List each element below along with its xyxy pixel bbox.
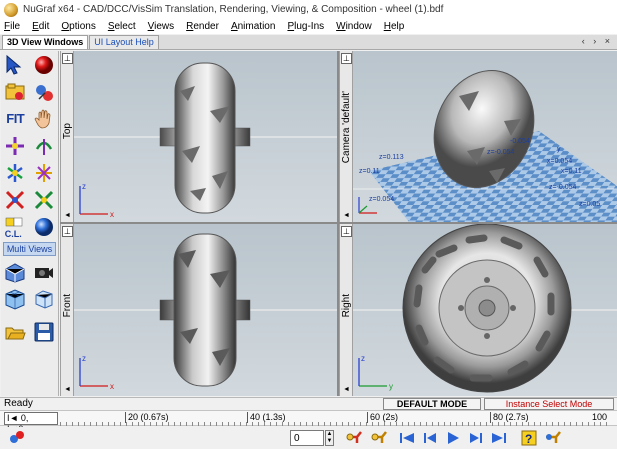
set-key-icon[interactable]	[345, 429, 363, 447]
blue-sphere-icon[interactable]	[32, 215, 56, 239]
top-viewport[interactable]: ⊥ Top ◄ x z	[60, 51, 337, 222]
tab-ui-layout-help[interactable]: UI Layout Help	[89, 35, 159, 49]
rotate-axes-icon[interactable]	[32, 134, 56, 158]
camera-views-icon[interactable]	[32, 260, 56, 284]
delete-key-icon[interactable]	[370, 429, 388, 447]
camera-viewport[interactable]: ⊥ Camera 'default' ◄ -0.054 z=-0.054 x=0…	[339, 51, 617, 222]
scale-axes-icon[interactable]	[32, 188, 56, 212]
menu-bar: File Edit Options Select Views Render An…	[0, 19, 617, 34]
camera-view-scene: -0.054 z=-0.054 x=0.054 z=0.113 z=0.11 x…	[353, 70, 617, 222]
status-ready: Ready	[4, 398, 33, 409]
menu-animation[interactable]: Animation	[231, 21, 275, 32]
grid-label: -0.054	[510, 138, 530, 145]
grid-label: x=0.054	[547, 158, 572, 165]
grid-label: z=0.054	[369, 196, 394, 203]
title-bar: NuGraf x64 - CAD/DCC/VisSim Translation,…	[0, 0, 617, 19]
top-axis-x: x	[110, 210, 114, 219]
timeline-tick-label: 60 (2s)	[367, 412, 398, 423]
timeline-tick-label: 40 (1.3s)	[247, 412, 286, 423]
move-object-icon[interactable]	[3, 161, 27, 185]
front-viewport[interactable]: ⊥ Front ◄ x z	[60, 224, 337, 396]
tab-3d-view-windows[interactable]: 3D View Windows	[2, 35, 89, 49]
menu-help[interactable]: Help	[384, 21, 405, 32]
grid-label: z=0.11	[359, 168, 380, 175]
grid-label: y	[557, 146, 561, 153]
rotate-object-icon[interactable]	[32, 161, 56, 185]
pan-hand-icon[interactable]	[32, 107, 56, 131]
fast-forward-icon[interactable]	[490, 429, 508, 447]
key-frames-icon[interactable]	[8, 429, 26, 447]
front-axis-x: x	[110, 382, 114, 391]
window-title: NuGraf x64 - CAD/DCC/VisSim Translation,…	[23, 4, 444, 15]
translate-axes-icon[interactable]	[3, 134, 27, 158]
four-views-icon[interactable]	[3, 260, 27, 284]
key-settings-icon[interactable]	[544, 429, 562, 447]
tab-scroll-close-controls[interactable]: ‹ › ×	[582, 36, 613, 46]
play-icon[interactable]	[444, 429, 462, 447]
timeline-tick-label: 20 (0.67s)	[125, 412, 169, 423]
grid-label: x=0.11	[561, 168, 582, 175]
right-axis-z: z	[361, 354, 365, 363]
load-shaders-icon[interactable]	[32, 80, 56, 104]
cl-label: C.L.	[4, 228, 22, 239]
app-logo-icon	[4, 2, 18, 17]
timeline-ruler[interactable]: I◄ 0, I◄0sec 20 (0.67s) 40 (1.3s) 60 (2s…	[0, 410, 617, 434]
scale-object-icon[interactable]	[3, 188, 27, 212]
top-view-wheel: x z	[74, 62, 337, 219]
select-arrow-icon[interactable]	[3, 53, 27, 77]
tab-bar: 3D View Windows UI Layout Help ‹ › ×	[0, 35, 617, 50]
right-view-wheel: y z	[353, 224, 617, 393]
viewport-grid: ⊥ Top ◄ x z ⊥ Camera 'default' ◄ -0.054 …	[60, 51, 617, 396]
status-select-mode: Instance Select Mode	[484, 398, 614, 410]
left-toolbar: FIT C.L. Multi Views	[1, 51, 59, 396]
save-disk-icon[interactable]	[32, 320, 56, 344]
right-viewport[interactable]: ⊥ Right ◄ y z	[339, 224, 617, 396]
grid-label: z=-0.054	[549, 184, 577, 191]
cube-grid-icon[interactable]	[3, 287, 27, 311]
step-forward-icon[interactable]	[467, 429, 485, 447]
menu-plug-ins[interactable]: Plug-Ins	[287, 21, 324, 32]
wire-cube-icon[interactable]	[32, 287, 56, 311]
menu-window[interactable]: Window	[336, 21, 372, 32]
grid-label: z=0.113	[379, 154, 404, 161]
open-file-icon[interactable]	[3, 320, 27, 344]
menu-options[interactable]: Options	[61, 21, 95, 32]
status-mode: DEFAULT MODE	[383, 398, 481, 410]
menu-edit[interactable]: Edit	[32, 21, 49, 32]
frame-number-input[interactable]	[290, 430, 324, 446]
animation-controls: ▲▼ ?	[0, 427, 617, 449]
svg-text:?: ?	[525, 432, 532, 446]
rewind-icon[interactable]	[398, 429, 416, 447]
red-sphere-icon[interactable]	[32, 53, 56, 77]
step-back-icon[interactable]	[421, 429, 439, 447]
multi-views-button[interactable]: Multi Views	[3, 242, 56, 256]
front-axis-z: z	[82, 354, 86, 363]
menu-render[interactable]: Render	[186, 21, 219, 32]
help-question-icon[interactable]: ?	[520, 429, 538, 447]
fit-label: FIT	[6, 111, 25, 126]
menu-select[interactable]: Select	[108, 21, 136, 32]
front-view-wheel: x z	[74, 233, 337, 391]
menu-views[interactable]: Views	[148, 21, 175, 32]
timeline-tick-label: 100	[592, 412, 608, 422]
center-light-button[interactable]: C.L.	[3, 215, 27, 239]
current-time-box: I◄ 0, I◄0sec	[4, 412, 58, 434]
status-bar: Ready DEFAULT MODE Instance Select Mode	[0, 397, 617, 410]
grid-label: z=0.05	[579, 201, 600, 208]
menu-file[interactable]: File	[4, 21, 20, 32]
timeline-tick-label: 80 (2.7s)	[490, 412, 529, 423]
fit-view-button[interactable]: FIT	[3, 107, 27, 131]
open-folder-icon[interactable]	[3, 80, 27, 104]
frame-spinner[interactable]: ▲ ▼	[325, 430, 334, 446]
right-axis-y: y	[389, 382, 393, 391]
top-axis-z: z	[82, 182, 86, 191]
grid-label: z=-0.054	[487, 149, 515, 156]
